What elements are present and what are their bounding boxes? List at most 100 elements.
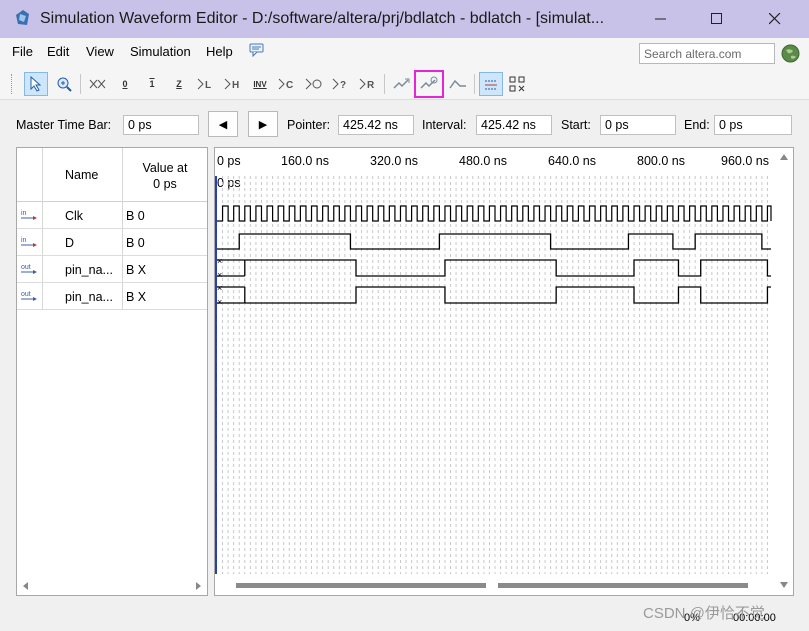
q-waveform: [244, 259, 771, 277]
name-column-header[interactable]: Name: [65, 168, 98, 182]
timing-simulation-icon: [420, 76, 438, 89]
end-field: 0 ps: [714, 115, 792, 135]
q-waveform-x-mark: ×: [217, 270, 222, 280]
value-column-header[interactable]: Value at 0 ps: [127, 160, 203, 192]
qn-waveform-x-mark: ×: [217, 283, 222, 293]
triangle-right-icon: ▶: [258, 118, 268, 131]
signal-name: pin_na...: [65, 290, 113, 304]
scroll-left-icon[interactable]: [23, 582, 28, 590]
clock-button[interactable]: [302, 72, 326, 96]
waveform-vertical-scrollbar[interactable]: [776, 148, 793, 595]
menu-simulation[interactable]: Simulation: [130, 44, 191, 59]
svg-text:R: R: [367, 80, 375, 91]
scroll-thumb-right[interactable]: [498, 583, 748, 588]
high-impedance-button[interactable]: Z: [167, 72, 191, 96]
toolbar-separator: [80, 74, 81, 94]
gate-level-simulation-icon: [449, 79, 466, 89]
sort-icon: [509, 76, 525, 92]
signal-list-horizontal-scrollbar[interactable]: [17, 578, 207, 595]
invert-icon: INV: [253, 79, 267, 89]
waveform-horizontal-scrollbar[interactable]: [215, 576, 773, 595]
svg-text:?: ?: [340, 80, 346, 91]
sort-button[interactable]: [505, 72, 529, 96]
signal-value: B X: [126, 290, 147, 304]
scroll-thumb-left[interactable]: [236, 583, 486, 588]
weak-low-button[interactable]: L: [194, 72, 218, 96]
scroll-down-icon[interactable]: [780, 582, 788, 588]
minimize-button[interactable]: [632, 0, 690, 38]
start-label: Start:: [561, 118, 591, 132]
snap-to-grid-icon: [485, 80, 497, 90]
forcing-high-button[interactable]: 1: [140, 72, 164, 96]
waveform-canvas[interactable]: × × × ×: [215, 148, 773, 576]
signal-row-clk[interactable]: in Clk B 0: [17, 202, 207, 229]
forcing-high-icon: 1: [149, 79, 155, 89]
pointer-label: Pointer:: [287, 118, 331, 132]
master-time-bar-label: Master Time Bar:: [16, 118, 112, 132]
svg-text:L: L: [205, 80, 211, 91]
clk-waveform: [217, 205, 772, 222]
menu-edit[interactable]: Edit: [47, 44, 69, 59]
zoom-tool-button[interactable]: [52, 72, 76, 96]
signal-row-output-2[interactable]: out pin_na... B X: [17, 283, 207, 310]
maximize-button[interactable]: [688, 0, 746, 38]
snap-to-grid-button[interactable]: [479, 72, 503, 96]
arbitrary-value-button[interactable]: R: [356, 72, 380, 96]
random-value-icon: ?: [332, 78, 346, 91]
interval-label: Interval:: [422, 118, 467, 132]
functional-simulation-button[interactable]: [390, 72, 414, 96]
toolbar-grip: [11, 74, 14, 94]
qn-waveform-x-mark: ×: [217, 297, 222, 307]
close-icon: [769, 13, 781, 25]
waveform-panel[interactable]: 0 ps 160.0 ns 320.0 ns 480.0 ns 640.0 ns…: [214, 147, 794, 596]
signal-list-panel: Name Value at 0 ps in Clk B 0 in D B 0 o…: [16, 147, 208, 596]
arbitrary-value-icon: R: [359, 78, 375, 91]
selection-tool-button[interactable]: [24, 72, 48, 96]
output-pin-icon: out: [21, 291, 37, 301]
signal-name: pin_na...: [65, 263, 113, 277]
menu-help[interactable]: Help: [206, 44, 233, 59]
close-button[interactable]: [746, 0, 804, 38]
timing-simulation-button[interactable]: [414, 70, 444, 98]
triangle-left-icon: ◀: [218, 118, 228, 131]
random-value-button[interactable]: ?: [329, 72, 353, 96]
menu-file[interactable]: File: [12, 44, 33, 59]
master-time-bar-field[interactable]: 0 ps: [123, 115, 199, 135]
forcing-low-button[interactable]: 0: [113, 72, 137, 96]
waveform-toolbar: 0 1 Z L H INV C ? R: [0, 68, 809, 100]
forcing-unknown-button[interactable]: [86, 72, 110, 96]
signal-name: D: [65, 236, 75, 250]
globe-icon[interactable]: [781, 44, 800, 63]
signal-list-header: Name Value at 0 ps: [17, 148, 207, 202]
search-input[interactable]: Search altera.com: [639, 43, 775, 64]
maximize-icon: [711, 13, 722, 24]
next-transition-button[interactable]: ▶: [248, 111, 278, 137]
interval-field: 425.42 ns: [476, 115, 552, 135]
pointer-field: 425.42 ns: [338, 115, 414, 135]
signal-name: Clk: [65, 209, 84, 223]
invert-button[interactable]: INV: [248, 72, 272, 96]
time-bar: Master Time Bar: 0 ps ◀ ▶ Pointer: 425.4…: [0, 100, 809, 146]
signal-row-d[interactable]: in D B 0: [17, 229, 207, 256]
svg-text:in: in: [21, 237, 27, 244]
scroll-right-icon[interactable]: [196, 582, 201, 590]
clock-icon: [305, 78, 322, 90]
signal-row-output-1[interactable]: out pin_na... B X: [17, 256, 207, 283]
scroll-up-icon[interactable]: [780, 154, 788, 160]
svg-text:out: out: [21, 291, 31, 298]
weak-low-icon: L: [197, 78, 211, 91]
count-value-button[interactable]: C: [275, 72, 299, 96]
signal-value: B 0: [126, 236, 145, 250]
start-field: 0 ps: [600, 115, 676, 135]
gate-level-simulation-button[interactable]: [446, 72, 470, 96]
quartus-app-icon: [16, 10, 29, 25]
weak-high-button[interactable]: H: [221, 72, 245, 96]
functional-simulation-icon: [393, 78, 410, 89]
signal-value: B 0: [126, 209, 145, 223]
message-icon[interactable]: [249, 43, 265, 57]
previous-transition-button[interactable]: ◀: [208, 111, 238, 137]
zoom-tool-icon: [57, 77, 72, 92]
svg-text:out: out: [21, 264, 31, 271]
menu-view[interactable]: View: [86, 44, 114, 59]
signal-value: B X: [126, 263, 147, 277]
